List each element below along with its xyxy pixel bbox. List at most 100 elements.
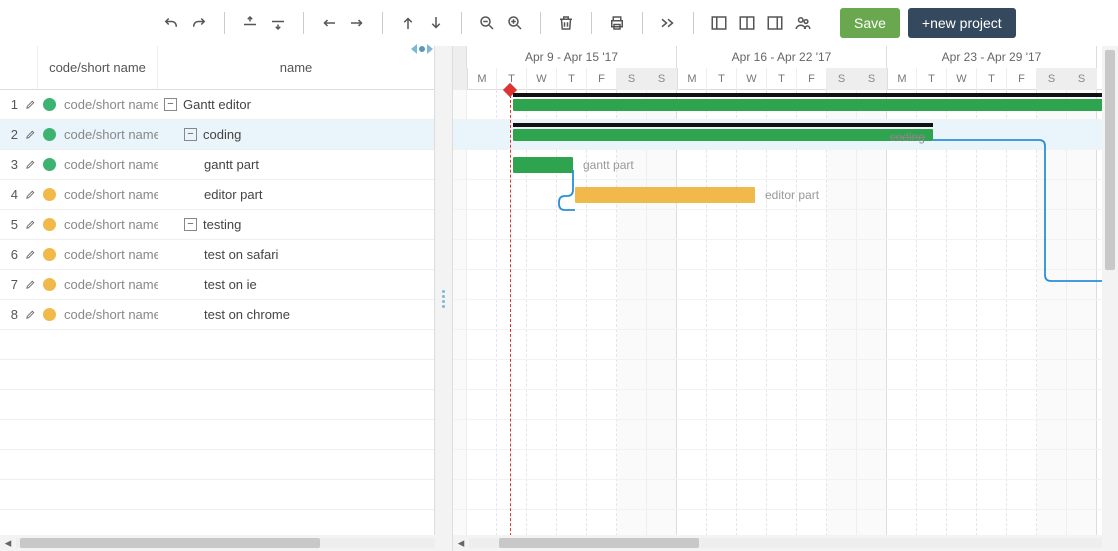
new-project-button[interactable]: +new project (908, 8, 1016, 38)
name-cell[interactable]: test on chrome (158, 307, 434, 322)
week-header: Apr 23 - Apr 29 '17 (887, 46, 1097, 68)
code-cell[interactable]: code/short name (60, 127, 158, 142)
gantt-bar[interactable]: coding (513, 129, 933, 141)
table-row[interactable]: 6code/short nametest on safari (0, 240, 434, 270)
gantt-row[interactable] (453, 210, 1118, 240)
outdent-icon[interactable] (318, 12, 340, 34)
resources-icon[interactable] (792, 12, 814, 34)
code-cell[interactable]: code/short name (60, 157, 158, 172)
table-row[interactable]: 2code/short name−coding (0, 120, 434, 150)
tree-toggle-icon[interactable]: − (184, 218, 197, 231)
gantt-row[interactable] (453, 300, 1118, 330)
tree-toggle-icon[interactable]: − (164, 98, 177, 111)
gantt-row[interactable] (453, 420, 1118, 450)
status-dot (38, 188, 60, 201)
gantt-row[interactable] (453, 360, 1118, 390)
row-number: 7 (0, 277, 22, 292)
name-cell[interactable]: −Gantt editor (158, 97, 434, 112)
status-dot (38, 218, 60, 231)
redo-icon[interactable] (188, 12, 210, 34)
gantt-row[interactable] (453, 390, 1118, 420)
name-cell[interactable]: test on safari (158, 247, 434, 262)
table-row[interactable]: 8code/short nametest on chrome (0, 300, 434, 330)
code-cell[interactable]: code/short name (60, 307, 158, 322)
bar-label: coding (890, 129, 925, 145)
table-row[interactable]: 7 code/short nametest on ie (0, 270, 434, 300)
edit-icon[interactable] (22, 249, 38, 260)
zoom-out-icon[interactable] (476, 12, 498, 34)
table-row[interactable]: 1 code/short name−Gantt editor (0, 90, 434, 120)
undo-icon[interactable] (160, 12, 182, 34)
day-header: M (677, 68, 707, 90)
name-cell[interactable]: test on ie (158, 277, 434, 292)
splitter-handle[interactable] (435, 46, 453, 551)
critical-path-icon[interactable] (657, 12, 679, 34)
gantt-bar[interactable]: gantt part (513, 157, 573, 173)
day-header: W (527, 68, 557, 90)
delete-icon[interactable] (555, 12, 577, 34)
code-cell[interactable]: code/short name (60, 187, 158, 202)
indent-icon[interactable] (346, 12, 368, 34)
gantt-row[interactable] (453, 90, 1118, 120)
day-header: S (617, 68, 647, 90)
edit-icon[interactable] (22, 219, 38, 230)
code-cell[interactable]: code/short name (60, 247, 158, 262)
gantt-row[interactable] (453, 480, 1118, 510)
print-icon[interactable] (606, 12, 628, 34)
gantt-bar[interactable]: editor part (575, 187, 755, 203)
day-header: S (1067, 68, 1097, 90)
table-row[interactable]: 5 code/short name−testing (0, 210, 434, 240)
name-cell[interactable]: gantt part (158, 157, 434, 172)
gantt-row[interactable]: editor part (453, 180, 1118, 210)
gantt-row[interactable] (453, 270, 1118, 300)
day-header: W (737, 68, 767, 90)
insert-row-above-icon[interactable] (239, 12, 261, 34)
name-cell[interactable]: editor part (158, 187, 434, 202)
zoom-in-icon[interactable] (504, 12, 526, 34)
edit-icon[interactable] (22, 129, 38, 140)
code-cell[interactable]: code/short name (60, 97, 158, 112)
vertical-scrollbar[interactable] (1102, 46, 1118, 551)
gantt-row[interactable]: gantt part (453, 150, 1118, 180)
gantt-timeline-header: Apr 9 - Apr 15 '17Apr 16 - Apr 22 '17Apr… (453, 46, 1118, 90)
toolbar: Save +new project (0, 0, 1118, 46)
day-header: F (797, 68, 827, 90)
tree-toggle-icon[interactable]: − (184, 128, 197, 141)
edit-icon[interactable] (22, 99, 38, 110)
bar-label: editor part (765, 187, 819, 203)
row-number: 1 (0, 97, 22, 112)
code-cell[interactable]: code/short name (60, 217, 158, 232)
day-header: S (827, 68, 857, 90)
code-cell[interactable]: code/short name (60, 277, 158, 292)
edit-icon[interactable] (22, 159, 38, 170)
gantt-body[interactable]: codinggantt parteditor part (453, 90, 1118, 551)
gantt-row[interactable] (453, 450, 1118, 480)
header-code: code/short name (38, 46, 158, 89)
table-row[interactable]: 4code/short nameeditor part (0, 180, 434, 210)
row-number: 5 (0, 217, 22, 232)
name-cell[interactable]: −coding (158, 127, 434, 142)
edit-icon[interactable] (22, 309, 38, 320)
day-header: T (917, 68, 947, 90)
save-button[interactable]: Save (840, 8, 900, 38)
gantt-row[interactable] (453, 240, 1118, 270)
move-down-icon[interactable] (425, 12, 447, 34)
day-header: M (887, 68, 917, 90)
edit-icon[interactable] (22, 189, 38, 200)
table-row[interactable]: 3code/short namegantt part (0, 150, 434, 180)
gantt-bar[interactable] (513, 99, 1113, 111)
split-right-icon[interactable] (764, 12, 786, 34)
day-header: S (1037, 68, 1067, 90)
gantt-horizontal-scrollbar[interactable]: ◂ ▸ (453, 535, 1118, 551)
name-cell[interactable]: −testing (158, 217, 434, 232)
split-both-icon[interactable] (736, 12, 758, 34)
split-left-icon[interactable] (708, 12, 730, 34)
day-header: F (587, 68, 617, 90)
move-up-icon[interactable] (397, 12, 419, 34)
day-header: F (1007, 68, 1037, 90)
insert-row-below-icon[interactable] (267, 12, 289, 34)
gantt-row[interactable]: coding (453, 120, 1118, 150)
edit-icon[interactable] (22, 279, 38, 290)
gantt-row[interactable] (453, 330, 1118, 360)
day-header: M (467, 68, 497, 90)
